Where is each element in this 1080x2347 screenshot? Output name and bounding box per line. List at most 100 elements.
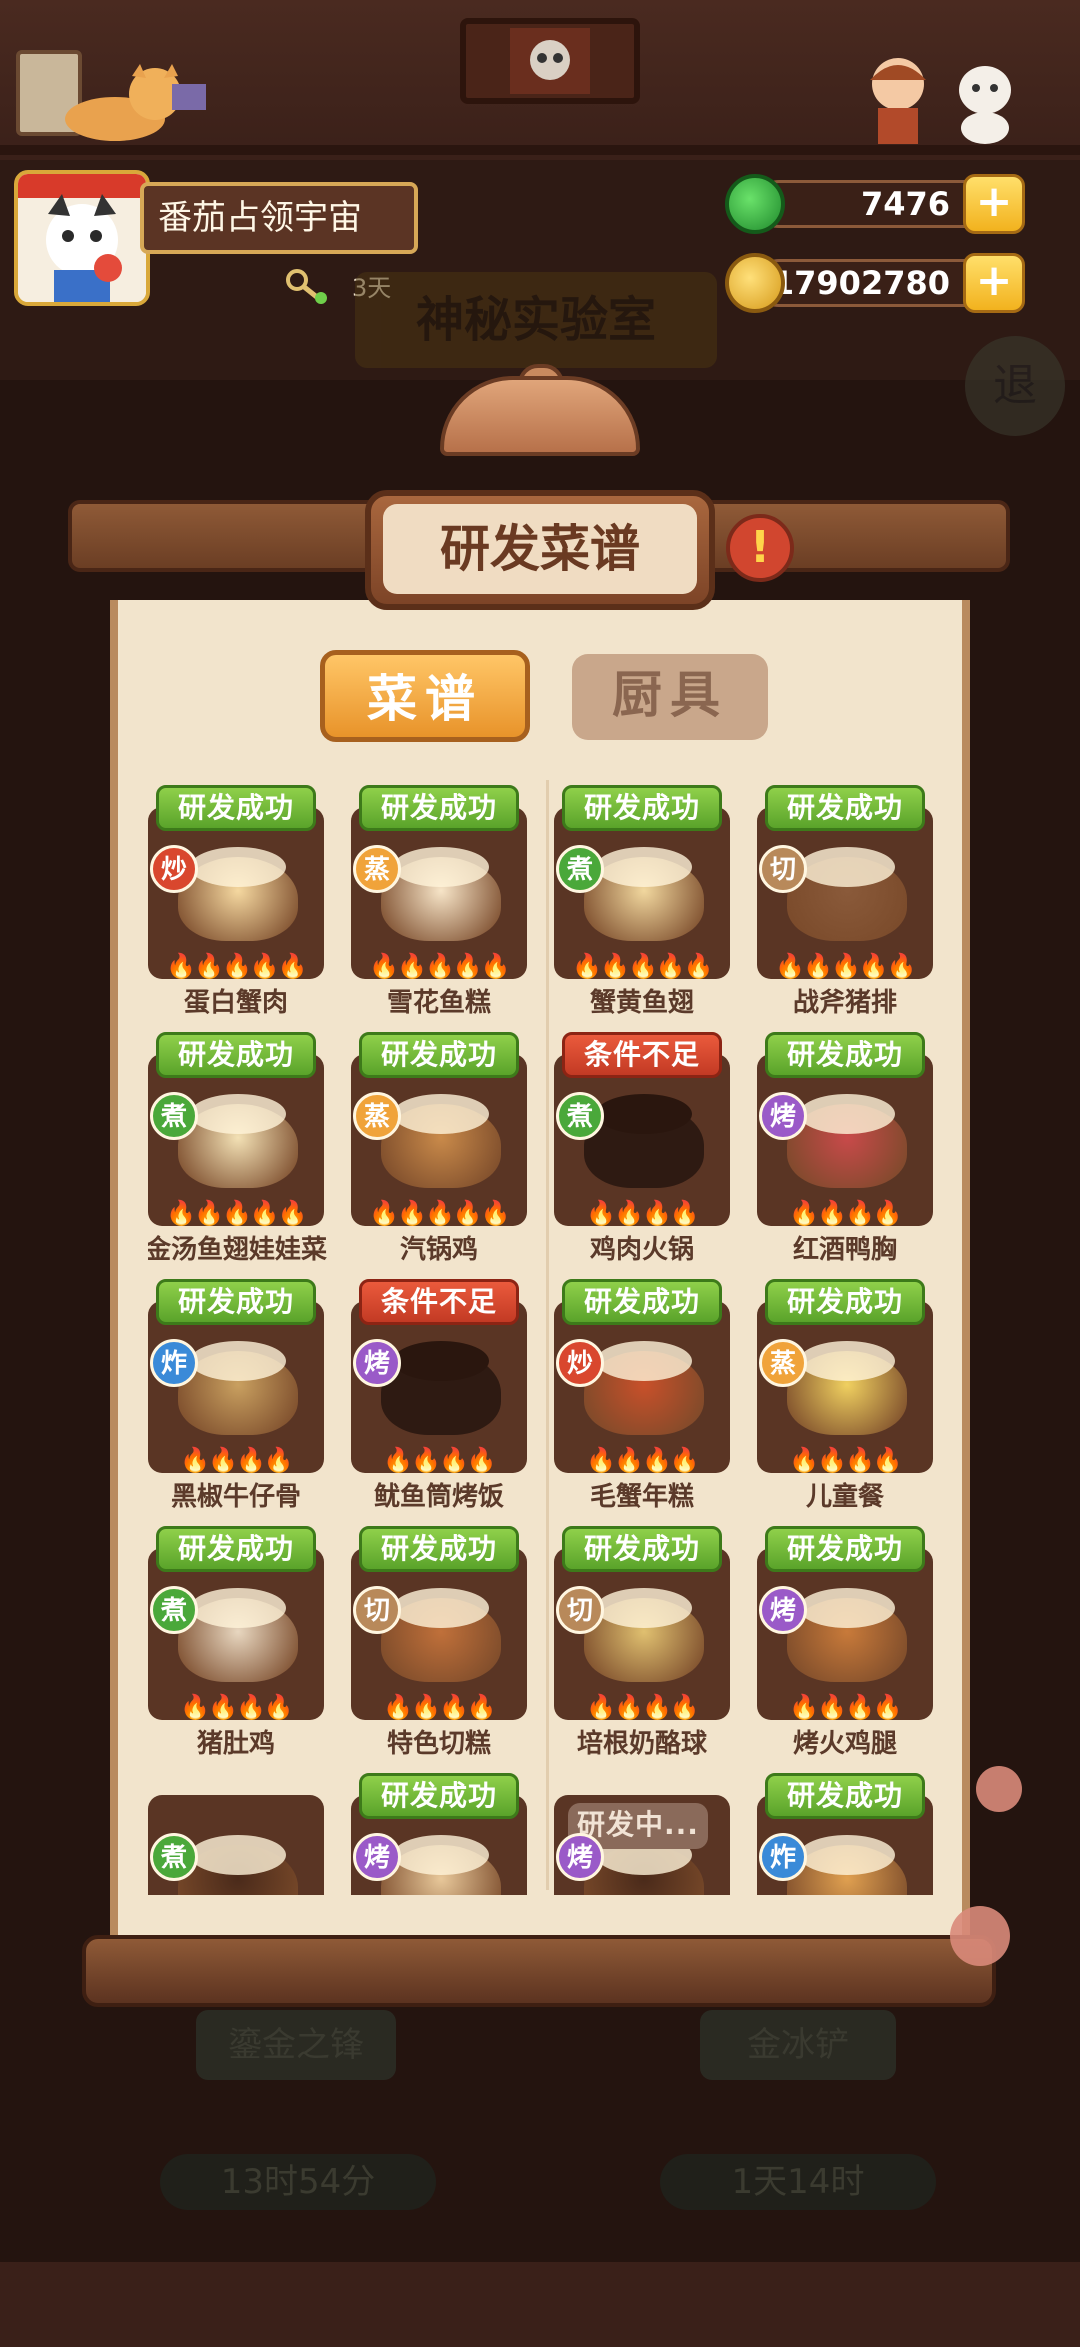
recipe-card[interactable]: 煮 (148, 1773, 324, 1895)
cooking-method-icon: 炸 (150, 1339, 198, 1387)
cat-mascot-icon[interactable] (60, 64, 210, 144)
difficulty-flames: 🔥🔥🔥🔥 (586, 1446, 700, 1474)
cooking-method-icon: 炒 (150, 845, 198, 893)
recipe-card[interactable]: 研发成功烤 🔥🔥🔥🔥 烤火鸡腿 (757, 1526, 933, 1766)
panel-title: 研发菜谱 (383, 504, 697, 594)
recipe-status-badge: 研发成功 (359, 1032, 519, 1078)
recipe-card[interactable]: 研发成功煮 🔥🔥🔥🔥🔥 金汤鱼翅娃娃菜 (148, 1032, 327, 1272)
difficulty-flames: 🔥🔥🔥🔥🔥 (369, 1199, 510, 1227)
recipe-card[interactable]: 研发成功炸 🔥🔥🔥🔥 黑椒牛仔骨 (148, 1279, 324, 1519)
recipe-status-badge: 研发成功 (156, 1279, 316, 1325)
recipe-status-badge: 研发成功 (359, 1773, 519, 1819)
recipe-status-badge: 研发成功 (562, 785, 722, 831)
difficulty-flames: 🔥🔥🔥🔥🔥 (166, 1199, 307, 1227)
dish-garnish-icon (799, 1835, 895, 1875)
bg-timer-1: 13时54分 (160, 2154, 436, 2210)
chef-npc-icon[interactable] (830, 50, 1030, 150)
room-title: 神秘实验室 (355, 272, 717, 368)
recipe-status-badge: 研发成功 (359, 785, 519, 831)
recipe-status-badge: 研发成功 (765, 785, 925, 831)
difficulty-flames: 🔥🔥🔥🔥 (586, 1693, 700, 1721)
difficulty-flames: 🔥🔥🔥🔥 (180, 1693, 294, 1721)
recipe-name: 金汤鱼翅娃娃菜 (148, 1235, 327, 1265)
blossom-icon (950, 1906, 1010, 1966)
player-name[interactable]: 番茄占领宇宙 (140, 182, 418, 254)
cooking-method-icon: 炸 (759, 1833, 807, 1881)
tab-tools[interactable]: 厨具 (572, 654, 768, 740)
difficulty-flames: 🔥🔥🔥🔥 (383, 1693, 497, 1721)
recipe-status-badge: 研发成功 (156, 1032, 316, 1078)
cooking-method-icon: 烤 (759, 1586, 807, 1634)
dish-garnish-icon (393, 847, 489, 887)
dish-garnish-icon (393, 1588, 489, 1628)
floor-strip (0, 2262, 1080, 2347)
bg-tool-1: 鎏金之锋 (196, 2010, 396, 2080)
recipe-card[interactable]: 研发成功煮 🔥🔥🔥🔥 猪肚鸡 (148, 1526, 324, 1766)
dish-garnish-icon (799, 1341, 895, 1381)
recipe-card[interactable]: 条件不足烤 🔥🔥🔥🔥 鱿鱼筒烤饭 (351, 1279, 527, 1519)
recipe-card[interactable]: 研发成功蒸 🔥🔥🔥🔥🔥 汽锅鸡 (351, 1032, 527, 1272)
cooking-method-icon: 炒 (556, 1339, 604, 1387)
coin-icon (725, 253, 785, 313)
info-alert-button[interactable]: ! (726, 514, 794, 582)
add-jade-button[interactable]: + (963, 174, 1025, 234)
recipe-card[interactable]: 研发成功切 🔥🔥🔥🔥 培根奶酪球 (554, 1526, 730, 1766)
dish-garnish-icon (393, 1835, 489, 1875)
recipe-status-badge: 研发成功 (765, 1279, 925, 1325)
dish-garnish-icon (596, 1341, 692, 1381)
dish-garnish-icon (596, 1588, 692, 1628)
recipe-card[interactable]: 研发成功炒 🔥🔥🔥🔥🔥 蛋白蟹肉 (148, 785, 324, 1025)
exit-button[interactable]: 退 (965, 336, 1065, 436)
recipe-status-badge: 研发成功 (156, 1526, 316, 1572)
dish-garnish-icon (596, 1094, 692, 1134)
recipe-card[interactable]: 研发成功烤 🔥🔥🔥🔥 红酒鸭胸 (757, 1032, 933, 1272)
recipe-status-badge: 研发成功 (765, 1773, 925, 1819)
recipe-card[interactable]: 研发成功煮 🔥🔥🔥🔥🔥 蟹黄鱼翅 (554, 785, 730, 1025)
recipe-card[interactable]: 研发中... 烤 (554, 1773, 730, 1895)
tab-recipes[interactable]: 菜谱 (320, 650, 530, 742)
cooking-method-icon: 蒸 (353, 845, 401, 893)
difficulty-flames: 🔥🔥🔥🔥 (383, 1446, 497, 1474)
dish-garnish-icon (190, 1341, 286, 1381)
panel-bottom-beam (82, 1935, 996, 2007)
recipe-grid: 研发成功炒 🔥🔥🔥🔥🔥 蛋白蟹肉 研发成功蒸 🔥🔥🔥🔥🔥 雪花鱼糕 研发成功煮 🔥🔥🔥🔥🔥 蟹黄… (148, 785, 938, 1895)
recipe-name: 特色切糕 (386, 1729, 491, 1759)
recipe-card[interactable]: 研发成功切 🔥🔥🔥🔥🔥 战斧猪排 (757, 785, 933, 1025)
cooking-method-icon: 煮 (556, 1092, 604, 1140)
bg-timer-2: 1天14时 (660, 2154, 936, 2210)
cooking-method-icon: 切 (556, 1586, 604, 1634)
recipe-status-badge: 研发成功 (156, 785, 316, 831)
recipe-card[interactable]: 研发成功蒸 🔥🔥🔥🔥🔥 雪花鱼糕 (351, 785, 527, 1025)
difficulty-flames: 🔥🔥🔥🔥 (789, 1693, 903, 1721)
recipe-card[interactable]: 研发成功切 🔥🔥🔥🔥 特色切糕 (351, 1526, 527, 1766)
recipe-name: 战斧猪排 (792, 988, 897, 1018)
cooking-method-icon: 煮 (556, 845, 604, 893)
cooking-method-icon: 煮 (150, 1833, 198, 1881)
cooking-method-icon: 切 (353, 1586, 401, 1634)
recipe-name: 红酒鸭胸 (792, 1235, 897, 1265)
recipe-card[interactable]: 研发成功炒 🔥🔥🔥🔥 毛蟹年糕 (554, 1279, 730, 1519)
recipe-card[interactable]: 研发成功烤 (351, 1773, 527, 1895)
recipe-card[interactable]: 研发成功蒸 🔥🔥🔥🔥 儿童餐 (757, 1279, 933, 1519)
recipe-status-badge: 研发成功 (562, 1279, 722, 1325)
dish-garnish-icon (799, 847, 895, 887)
dish-garnish-icon (393, 1341, 489, 1381)
recipe-status-badge: 研发成功 (765, 1032, 925, 1078)
cooking-method-icon: 切 (759, 845, 807, 893)
dish-garnish-icon (393, 1094, 489, 1134)
blossom-icon (976, 1766, 1022, 1812)
dish-garnish-icon (190, 1835, 286, 1875)
recipe-name: 蛋白蟹肉 (183, 988, 288, 1018)
recipe-status-badge: 研发成功 (359, 1526, 519, 1572)
recipe-name: 培根奶酪球 (576, 1729, 707, 1759)
bg-tool-2: 金冰铲 (700, 2010, 896, 2080)
recipe-status-badge: 研发成功 (765, 1526, 925, 1572)
recipe-name: 毛蟹年糕 (589, 1482, 694, 1512)
add-coin-button[interactable]: + (963, 253, 1025, 313)
wall-scroll-icon (460, 18, 640, 104)
recipe-name: 雪花鱼糕 (386, 988, 491, 1018)
player-avatar[interactable] (14, 170, 150, 306)
recipe-card[interactable]: 研发成功炸 (757, 1773, 933, 1895)
recipe-name: 猪肚鸡 (196, 1729, 275, 1759)
recipe-card[interactable]: 条件不足煮 🔥🔥🔥🔥 鸡肉火锅 (554, 1032, 730, 1272)
